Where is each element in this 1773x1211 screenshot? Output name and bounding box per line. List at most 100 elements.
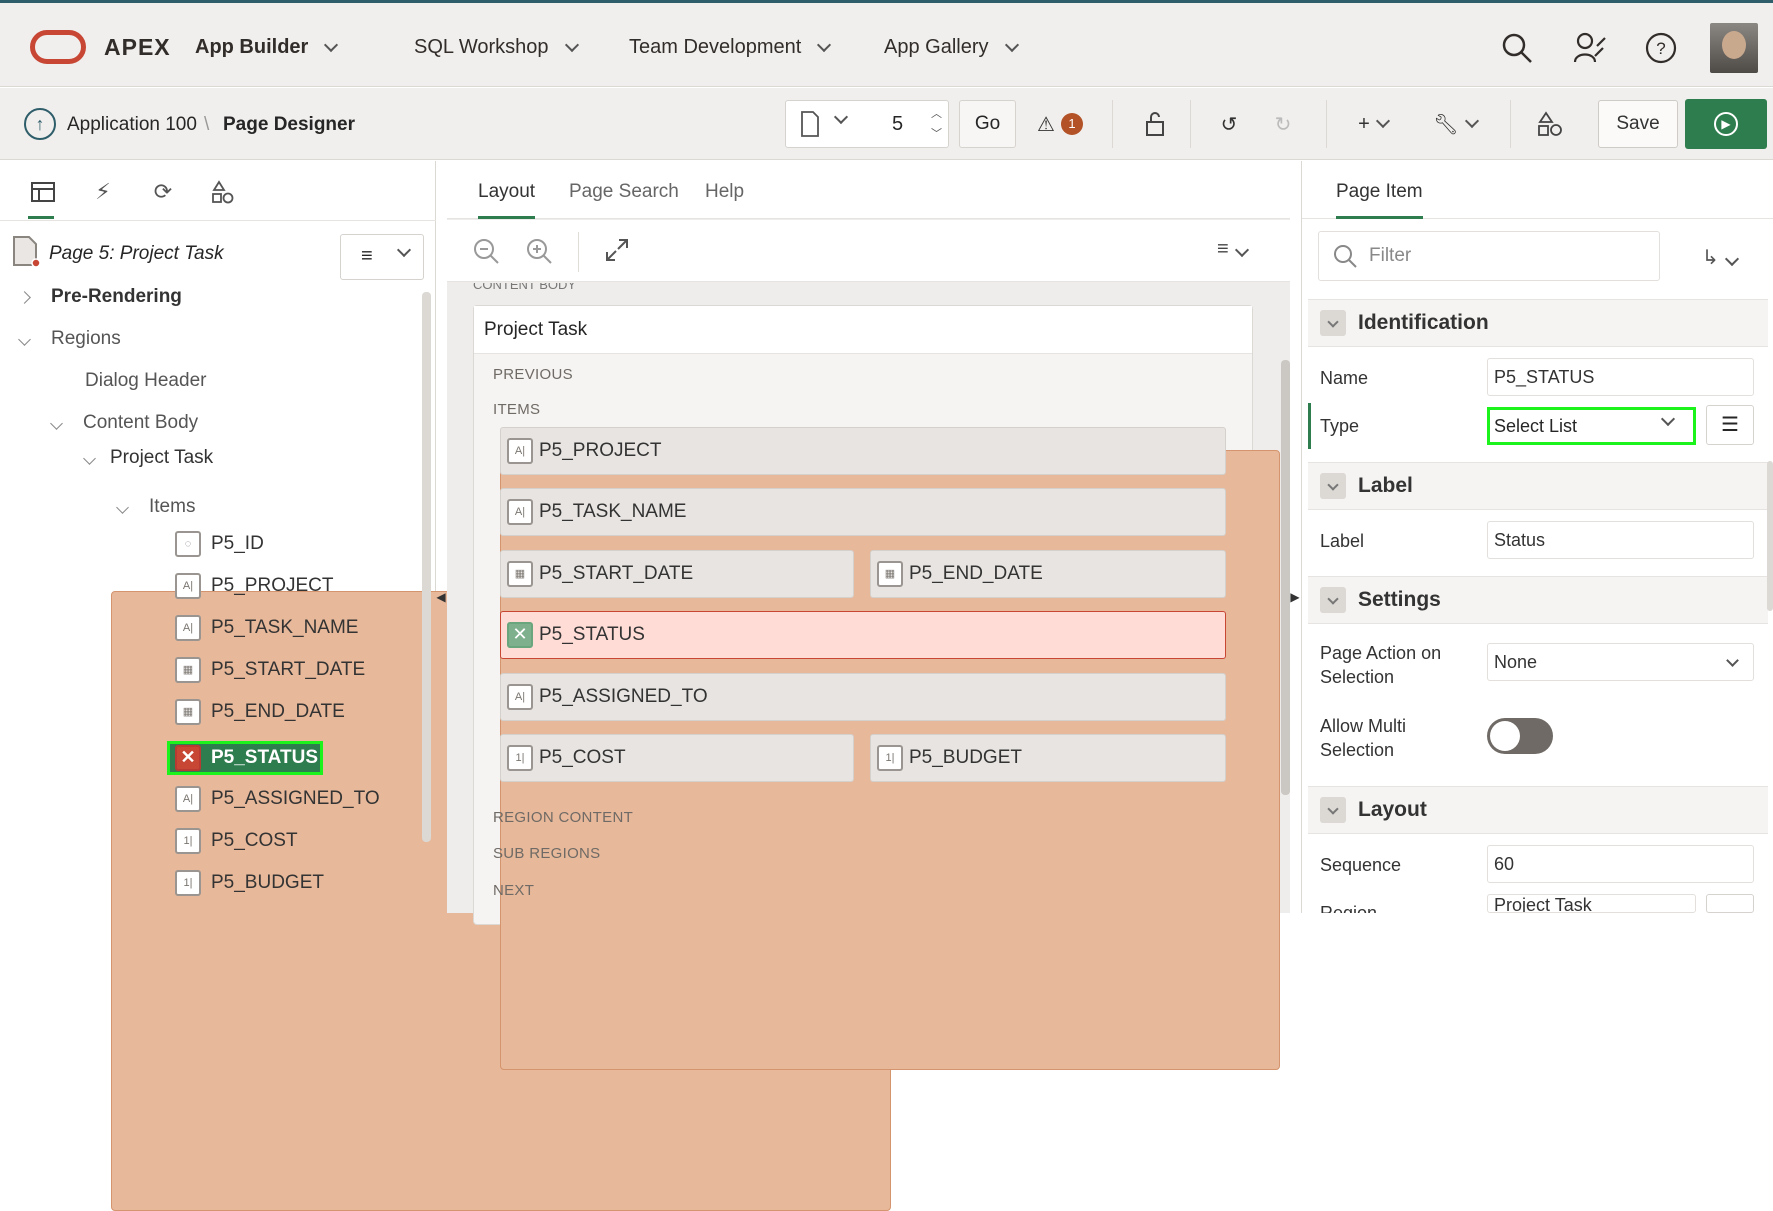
tree-item-p5-start-date[interactable]: ▦ P5_START_DATE bbox=[175, 657, 365, 683]
region-go-button[interactable] bbox=[1706, 894, 1754, 913]
layout-item-p5-cost[interactable]: 1| P5_COST bbox=[500, 734, 854, 782]
center-scrollbar[interactable] bbox=[1281, 360, 1290, 795]
admin-user-icon[interactable] bbox=[1572, 30, 1608, 66]
layout-item-p5-start-date[interactable]: ▦ P5_START_DATE bbox=[500, 550, 854, 598]
shared-components-tab-icon[interactable] bbox=[206, 175, 240, 209]
go-button[interactable]: Go bbox=[959, 100, 1016, 148]
breadcrumb-separator: \ bbox=[204, 114, 210, 135]
prop-type-select[interactable]: Select List bbox=[1487, 407, 1696, 445]
processing-tab-icon[interactable]: ⟳ bbox=[146, 175, 180, 209]
expand-icon[interactable] bbox=[605, 238, 629, 267]
search-icon[interactable] bbox=[1499, 30, 1535, 66]
page-selector[interactable]: 5 ︿ ﹀ bbox=[785, 100, 949, 148]
layout-item-p5-assigned-to[interactable]: A| P5_ASSIGNED_TO bbox=[500, 673, 1226, 721]
allow-multi-toggle[interactable] bbox=[1487, 718, 1553, 754]
tree-item-p5-task-name[interactable]: A| P5_TASK_NAME bbox=[175, 615, 358, 641]
tree-label: P5_TASK_NAME bbox=[211, 617, 359, 638]
nav-app-builder[interactable]: App Builder bbox=[195, 36, 339, 59]
layout-item-p5-status[interactable]: ✕ P5_STATUS bbox=[500, 611, 1226, 659]
tab-page-search[interactable]: Page Search bbox=[569, 181, 679, 203]
tab-layout[interactable]: Layout bbox=[478, 181, 536, 219]
layout-toolbar: ≡ bbox=[447, 220, 1290, 282]
breadcrumb-application[interactable]: Application 100 bbox=[67, 114, 197, 136]
layout-menu-button[interactable]: ≡ bbox=[1217, 238, 1249, 261]
chevron-down-icon bbox=[1320, 587, 1346, 613]
layout-item-p5-budget[interactable]: 1| P5_BUDGET bbox=[870, 734, 1226, 782]
unlock-icon[interactable] bbox=[1135, 100, 1175, 148]
chevron-down-icon bbox=[1320, 797, 1346, 823]
item-label: P5_ASSIGNED_TO bbox=[539, 686, 708, 707]
layout-item-p5-end-date[interactable]: ▦ P5_END_DATE bbox=[870, 550, 1226, 598]
up-arrow-icon[interactable]: ↑ bbox=[24, 108, 56, 140]
chevron-down-icon bbox=[83, 451, 96, 465]
right-scrollbar[interactable] bbox=[1767, 461, 1773, 611]
tree-node-items[interactable]: Items bbox=[116, 496, 195, 518]
group-title: Identification bbox=[1358, 311, 1489, 334]
nav-sql-workshop[interactable]: SQL Workshop bbox=[414, 36, 579, 59]
layout-item-p5-project[interactable]: A| P5_PROJECT bbox=[500, 427, 1226, 475]
section-items: ITEMS bbox=[493, 401, 541, 418]
tree-node-project-task[interactable]: ▤Project Task bbox=[83, 447, 891, 1211]
search-icon bbox=[1334, 245, 1357, 268]
group-identification[interactable]: Identification bbox=[1308, 299, 1768, 347]
save-button[interactable]: Save bbox=[1598, 100, 1678, 148]
help-icon[interactable]: ? bbox=[1643, 30, 1679, 66]
nav-team-development[interactable]: Team Development bbox=[629, 36, 832, 59]
page-number-input[interactable]: 5 bbox=[892, 113, 903, 136]
play-icon: ▶ bbox=[1714, 112, 1738, 136]
tree-item-p5-cost[interactable]: 1| P5_COST bbox=[175, 828, 298, 854]
group-settings[interactable]: Settings bbox=[1308, 576, 1768, 624]
issues-button[interactable]: ⚠ 1 bbox=[1030, 100, 1090, 148]
tree-node-content-body[interactable]: Content Body bbox=[50, 412, 198, 434]
chevron-down-icon bbox=[1004, 37, 1019, 52]
layout-item-p5-task-name[interactable]: A| P5_TASK_NAME bbox=[500, 488, 1226, 536]
tree-node-regions[interactable]: Regions bbox=[18, 328, 121, 350]
run-button[interactable]: ▶ bbox=[1685, 99, 1767, 149]
oracle-logo-icon[interactable] bbox=[30, 30, 86, 64]
group-layout[interactable]: Layout bbox=[1308, 786, 1768, 834]
tree-item-p5-budget[interactable]: 1| P5_BUDGET bbox=[175, 870, 324, 896]
prop-name-input[interactable]: P5_STATUS bbox=[1487, 358, 1754, 396]
stepper-up-icon[interactable]: ︿ bbox=[931, 105, 942, 121]
dynamic-actions-tab-icon[interactable]: ⚡︎ bbox=[86, 175, 120, 209]
user-avatar[interactable] bbox=[1710, 23, 1758, 73]
tree-menu-button[interactable]: ≡ bbox=[340, 234, 424, 280]
tab-help[interactable]: Help bbox=[705, 181, 744, 203]
shared-components-icon[interactable] bbox=[1530, 100, 1570, 148]
create-menu-button[interactable]: + bbox=[1350, 100, 1396, 148]
undo-icon[interactable]: ↺ bbox=[1209, 100, 1249, 148]
chevron-down-icon bbox=[817, 37, 832, 52]
zoom-in-icon[interactable] bbox=[526, 238, 552, 269]
group-label[interactable]: Label bbox=[1308, 462, 1768, 510]
collapse-right-icon[interactable]: ▶ bbox=[1290, 584, 1300, 610]
chevron-down-icon bbox=[116, 500, 129, 514]
tree-node-pre-rendering[interactable]: Pre-Rendering bbox=[18, 286, 182, 308]
page-icon bbox=[12, 236, 41, 273]
tree-label: P5_START_DATE bbox=[211, 659, 366, 680]
list-options-icon[interactable]: ☰ bbox=[1706, 405, 1754, 445]
nav-app-gallery[interactable]: App Gallery bbox=[884, 36, 1019, 59]
prop-label-input[interactable]: Status bbox=[1487, 521, 1754, 559]
rendering-tab-icon[interactable] bbox=[26, 175, 60, 219]
tree-item-p5-status[interactable]: ✕ P5_STATUS bbox=[175, 745, 318, 771]
zoom-out-icon[interactable] bbox=[473, 238, 499, 269]
filter-input[interactable]: Filter bbox=[1318, 231, 1660, 281]
prop-page-action-select[interactable]: None bbox=[1487, 643, 1754, 681]
prop-name-label: Name bbox=[1320, 368, 1369, 388]
text-field-icon: A| bbox=[175, 573, 201, 599]
left-scrollbar[interactable] bbox=[422, 292, 431, 842]
tree-item-p5-assigned-to[interactable]: A| P5_ASSIGNED_TO bbox=[175, 786, 380, 812]
tree-item-p5-id[interactable]: ◌ P5_ID bbox=[175, 531, 264, 557]
tree-item-p5-project[interactable]: A| P5_PROJECT bbox=[175, 573, 333, 599]
go-to-group-button[interactable]: ↳ bbox=[1702, 245, 1739, 270]
redo-icon[interactable]: ↻ bbox=[1263, 100, 1303, 148]
utilities-menu-button[interactable]: 🔧︎ bbox=[1430, 100, 1480, 148]
stepper-down-icon[interactable]: ﹀ bbox=[931, 125, 942, 141]
tree-node-dialog-header[interactable]: Dialog Header bbox=[85, 370, 206, 392]
collapse-left-icon[interactable]: ◀ bbox=[436, 584, 446, 610]
prop-region-select[interactable]: Project Task bbox=[1487, 894, 1696, 913]
group-title: Settings bbox=[1358, 588, 1441, 611]
tree-item-p5-end-date[interactable]: ▦ P5_END_DATE bbox=[175, 699, 345, 725]
prop-sequence-input[interactable]: 60 bbox=[1487, 845, 1754, 883]
tab-page-item[interactable]: Page Item bbox=[1336, 181, 1423, 219]
